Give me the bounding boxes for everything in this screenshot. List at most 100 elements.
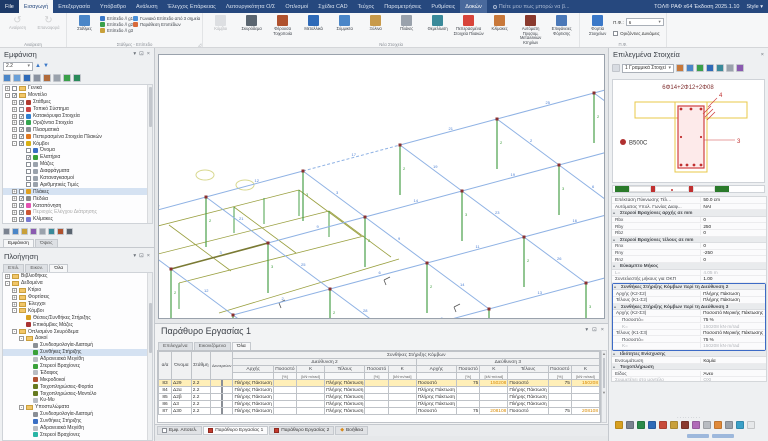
tree-expander-icon[interactable]: - bbox=[12, 329, 17, 334]
ribbon-tab-ρυθμίσεις[interactable]: Ρυθμίσεις bbox=[426, 0, 460, 13]
property-group[interactable]: ▴Τοιχοπλήρωση bbox=[612, 364, 766, 371]
tree-item[interactable]: -Υποστυλώματα bbox=[3, 404, 152, 411]
ribbon-button[interactable]: Επιφάνειες Φόρτισης bbox=[546, 14, 577, 36]
ribbon-button[interactable]: Μεταλλικά bbox=[298, 14, 329, 32]
column-header[interactable]: Ποσοστό bbox=[548, 366, 571, 373]
view-solid-icon[interactable] bbox=[3, 74, 11, 82]
display-tree-scrollbar[interactable] bbox=[147, 85, 152, 223]
doc-orange-icon[interactable] bbox=[714, 421, 722, 429]
tree-item[interactable]: +Πέδιλα bbox=[3, 195, 152, 202]
ribbon-button[interactable]: Πλάκες bbox=[391, 14, 422, 32]
property-row[interactable]: Rnx0 bbox=[612, 243, 766, 250]
tree-expander-icon[interactable]: + bbox=[12, 134, 17, 139]
flag-icon[interactable] bbox=[676, 64, 684, 72]
property-row[interactable]: Rny-250 bbox=[612, 250, 766, 257]
collapse-icon[interactable]: ▴ bbox=[613, 263, 615, 268]
tree-item[interactable]: +Κτίριο bbox=[3, 287, 152, 294]
ribbon-tab-δοκών[interactable]: Δοκών bbox=[460, 0, 486, 13]
collapse-icon[interactable]: ▴ bbox=[613, 210, 615, 215]
table-scrollbar[interactable]: ▲▼ bbox=[601, 350, 607, 423]
settings-display-icon[interactable] bbox=[39, 228, 46, 235]
ribbon-tab-παραμετρήσεις[interactable]: Παραμετρήσεις bbox=[379, 0, 426, 13]
tree-expander-icon[interactable]: + bbox=[12, 127, 17, 132]
tree-checkbox[interactable] bbox=[26, 169, 31, 174]
tree-checkbox[interactable] bbox=[19, 100, 24, 105]
tree-expander-icon[interactable]: + bbox=[12, 210, 17, 215]
tree-item[interactable]: +Πεπερασμένα Στοιχεία Πλακών bbox=[3, 133, 152, 140]
tree-item[interactable]: +Καταπόνηση bbox=[3, 202, 152, 209]
tree-item[interactable]: +Αδρανειακά Μεγέθη bbox=[3, 356, 152, 363]
tree-item[interactable]: -Μοντέλο bbox=[3, 92, 152, 99]
collapse-icon[interactable]: ▴ bbox=[614, 284, 616, 289]
tellme-search[interactable]: Πείτε μου πως μπορώ να β... bbox=[493, 0, 570, 13]
view-cube-blue-icon[interactable] bbox=[706, 64, 714, 72]
pin-icon[interactable]: ⊡ bbox=[139, 253, 144, 259]
close-icon[interactable]: × bbox=[147, 51, 150, 57]
table-row[interactable]: 84Δ2α2.2Πλήρης ΠάκτωσηΠλήρης ΠάκτωσηΠλήρ… bbox=[159, 387, 600, 394]
chart-icon[interactable] bbox=[659, 421, 667, 429]
tree-item[interactable]: +Κατακόρυφα Στοιχεία bbox=[3, 113, 152, 120]
tree-item[interactable]: +Οριζόντια Στοιχεία bbox=[3, 119, 152, 126]
property-row[interactable]: Rbx0 bbox=[612, 217, 766, 224]
ribbon-small-button[interactable]: Γωνιακό Επίπεδο από 3 σημεία bbox=[133, 16, 200, 21]
property-row[interactable]: ΕίδοςΆνευ bbox=[612, 370, 766, 377]
column-header[interactable]: Κ bbox=[388, 366, 416, 373]
tree-checkbox[interactable] bbox=[19, 196, 24, 201]
tree-checkbox[interactable] bbox=[19, 114, 24, 119]
tree-checkbox[interactable] bbox=[12, 93, 17, 98]
ribbon-button[interactable]: Πεπερασμένα Στοιχεία Πλακών bbox=[453, 14, 484, 36]
pf-select[interactable]: 6▾ bbox=[626, 18, 664, 26]
color-wheel-icon[interactable] bbox=[736, 421, 744, 429]
close-icon[interactable]: × bbox=[761, 52, 764, 58]
property-group[interactable]: ▴Εύκαμπτο Μήκος bbox=[612, 263, 766, 270]
column-header[interactable]: Αρχής bbox=[416, 366, 456, 373]
tree-checkbox[interactable] bbox=[12, 86, 17, 91]
property-row[interactable]: Κ=150208 kN·m/rad bbox=[613, 343, 765, 350]
collapse-icon[interactable]: ▴ bbox=[614, 304, 616, 309]
tree-expander-icon[interactable]: - bbox=[19, 336, 24, 341]
property-group[interactable]: ▴Συνθήκες Στήριξης Κόμβων περί τη Διεύθυ… bbox=[613, 304, 765, 311]
nav-tree-scrollbar[interactable] bbox=[147, 273, 152, 440]
ribbon-button[interactable]: Στάθμες bbox=[69, 14, 100, 32]
property-row[interactable]: Αρχής (Κ2-Σ3)Ποσοστό Μερικής Πάκτωσης bbox=[613, 310, 765, 317]
column-header[interactable]: Όνομα bbox=[172, 352, 192, 380]
tree-item[interactable]: +Βιβλιοθήκες bbox=[3, 273, 152, 280]
ribbon-tab-file[interactable]: File bbox=[0, 0, 19, 13]
ribbon-button[interactable]: Φορτία Στοιχείων bbox=[582, 14, 613, 36]
isolate-icon[interactable] bbox=[696, 64, 704, 72]
model-viewport[interactable]: 7121721252839141923262611162024481318222… bbox=[158, 54, 605, 319]
property-row[interactable]: Ποσοστό=75 % bbox=[613, 317, 765, 324]
property-row[interactable]: L=4.05 m bbox=[612, 270, 766, 277]
tree-expander-icon[interactable]: - bbox=[5, 281, 10, 286]
section-view-icon[interactable] bbox=[670, 421, 678, 429]
tree-checkbox[interactable] bbox=[19, 189, 24, 194]
tree-checkbox[interactable] bbox=[26, 155, 31, 160]
status-tab-εμφ-αποτελ-[interactable]: Εμφ. Αποτελ. bbox=[157, 426, 202, 435]
property-row[interactable]: Τέλους (Κ1-Σ2)Πλήρης Πάκτωση bbox=[613, 297, 765, 304]
tree-expander-icon[interactable]: + bbox=[12, 107, 17, 112]
property-row[interactable]: Αυτόματος Υπολ. Γωνίας Διαφ...ΝΑΙ bbox=[612, 204, 766, 211]
tree-item[interactable]: +Κλίμακες bbox=[3, 216, 152, 223]
tree-checkbox[interactable] bbox=[19, 107, 24, 112]
tree-item[interactable]: +Μάζες bbox=[3, 161, 152, 168]
tree-item[interactable]: +Καταναγκασμοί bbox=[3, 175, 152, 182]
tree-item[interactable]: -Οπλισμένο Σκυρόδεμα bbox=[3, 328, 152, 335]
copy-selection-icon[interactable] bbox=[736, 64, 744, 72]
tree-item[interactable]: +Τοιχοπληρώσεις-Φορτία bbox=[3, 383, 152, 390]
pin-icon[interactable]: ⊡ bbox=[139, 51, 144, 57]
tree-item[interactable]: +Διαφράγματα bbox=[3, 168, 152, 175]
tree-checkbox[interactable] bbox=[19, 134, 24, 139]
camera-icon[interactable] bbox=[43, 74, 51, 82]
properties-icon[interactable] bbox=[615, 421, 623, 429]
view-settings-icon[interactable] bbox=[33, 74, 41, 82]
horizontal-forces-checkbox[interactable] bbox=[613, 31, 618, 36]
ribbon-small-button[interactable]: Επίπεδο // g3 bbox=[100, 28, 133, 33]
property-row[interactable]: ΕνσωμάτωσηΚαμία bbox=[612, 357, 766, 364]
nav-tab-2[interactable]: Εικον. bbox=[25, 264, 48, 272]
view-shaded-icon[interactable] bbox=[13, 74, 21, 82]
tree-checkbox[interactable] bbox=[26, 182, 31, 187]
table-row[interactable]: 86Δ32.2Πλήρης ΠάκτωσηΠλήρης ΠάκτωσηΠλήρη… bbox=[159, 401, 600, 408]
tree-checkbox[interactable] bbox=[19, 210, 24, 215]
tree-expander-icon[interactable]: + bbox=[12, 196, 17, 201]
status-tab-βοήθεια[interactable]: ◆Βοήθεια bbox=[335, 426, 368, 435]
